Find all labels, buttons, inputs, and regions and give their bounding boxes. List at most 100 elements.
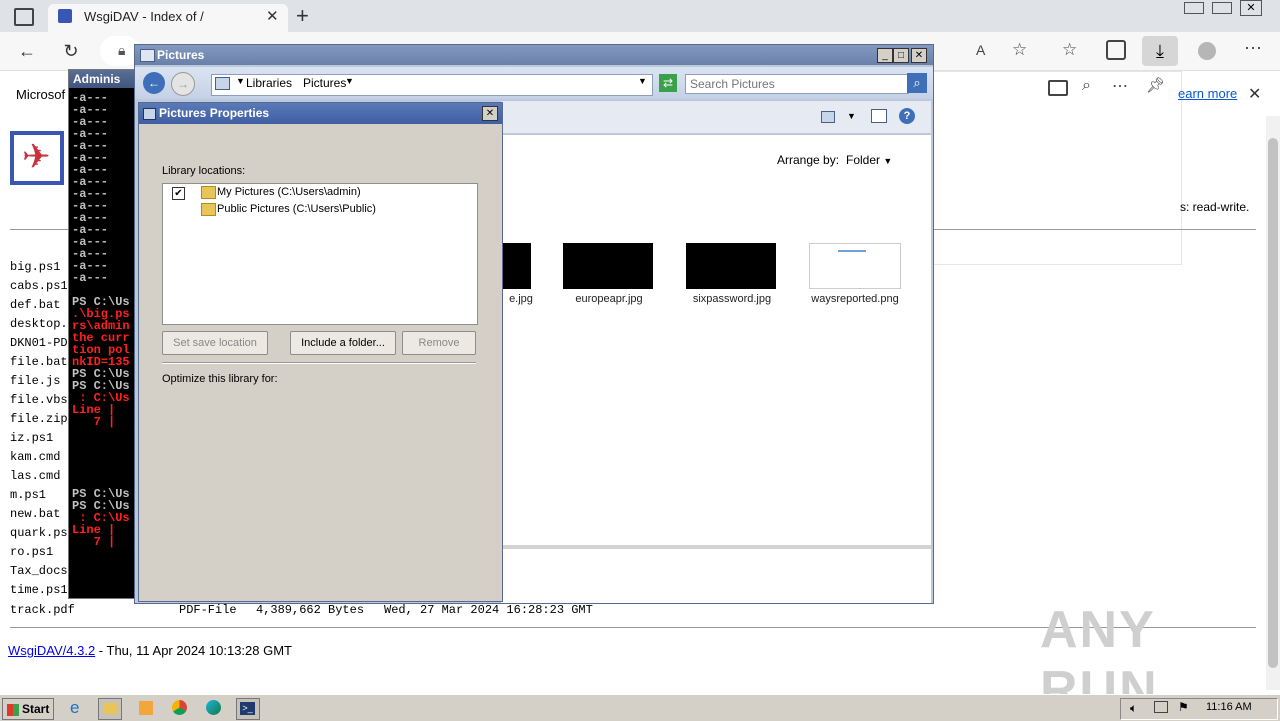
volume-icon[interactable]: 🔈︎ bbox=[1130, 701, 1137, 716]
ie-icon[interactable]: e bbox=[70, 698, 92, 718]
file-link[interactable]: def.bat bbox=[10, 296, 60, 315]
explorer-maximize-button[interactable]: □ bbox=[893, 48, 909, 63]
read-aloud-icon[interactable]: A bbox=[976, 42, 985, 58]
file-link[interactable]: file.bat bbox=[10, 353, 68, 372]
media-player-icon[interactable] bbox=[136, 698, 158, 718]
folder-icon bbox=[201, 203, 216, 216]
start-button[interactable]: Start bbox=[2, 698, 54, 720]
footer: WsgiDAV/4.3.2 - Thu, 11 Apr 2024 10:13:2… bbox=[8, 643, 292, 658]
breadcrumb-pictures[interactable]: Pictures bbox=[303, 76, 346, 90]
tab-close-icon[interactable]: ✕ bbox=[266, 7, 279, 25]
file-link[interactable]: desktop. bbox=[10, 315, 68, 334]
arrange-by-dropdown[interactable]: Folder ▼ bbox=[846, 153, 892, 167]
flag-icon[interactable]: ⚑ bbox=[1178, 700, 1189, 714]
explorer-forward-button[interactable]: → bbox=[171, 72, 195, 96]
file-label[interactable]: waysreported.png bbox=[800, 293, 910, 305]
powershell-window[interactable]: Adminis -a--- -a--- -a--- -a--- -a--- -a--- -a… bbox=[68, 69, 140, 599]
chevron-down-icon[interactable]: ▼ bbox=[345, 76, 354, 86]
location-item[interactable]: Public Pictures (C:\Users\Public) bbox=[217, 203, 376, 215]
thumbnail[interactable] bbox=[686, 243, 776, 289]
chrome-icon[interactable] bbox=[170, 698, 192, 718]
file-link[interactable]: kam.cmd bbox=[10, 448, 60, 467]
network-icon[interactable] bbox=[1154, 701, 1168, 713]
profile-avatar[interactable] bbox=[1198, 42, 1216, 60]
address-dropdown-icon[interactable]: ▼ bbox=[638, 76, 647, 86]
downloads-button[interactable]: ⤓ bbox=[1142, 36, 1178, 66]
locations-list[interactable]: ✔ My Pictures (C:\Users\admin) Public Pi… bbox=[162, 183, 478, 325]
thumbnail[interactable] bbox=[809, 243, 901, 289]
folder-icon bbox=[201, 186, 216, 199]
search-input[interactable] bbox=[685, 74, 909, 94]
settings-more-icon[interactable]: ⋯ bbox=[1244, 38, 1262, 59]
favicon-icon bbox=[58, 9, 72, 23]
search-icon[interactable]: ⌕ bbox=[907, 73, 927, 93]
tab-actions-icon[interactable] bbox=[14, 8, 34, 26]
libraries-icon bbox=[215, 77, 230, 90]
dialog-title: Pictures Properties bbox=[139, 103, 502, 124]
chevron-down-icon[interactable]: ▼ bbox=[236, 76, 245, 86]
thumbnail[interactable] bbox=[563, 243, 653, 289]
open-folder-icon[interactable] bbox=[1048, 80, 1068, 96]
file-label[interactable]: europeapr.jpg bbox=[554, 293, 664, 305]
file-label[interactable]: sixpassword.jpg bbox=[677, 293, 787, 305]
dialog-close-button[interactable]: ✕ bbox=[482, 106, 498, 121]
file-link[interactable]: ro.ps1 bbox=[10, 543, 53, 562]
windows-logo-icon bbox=[7, 703, 19, 716]
scrollbar-thumb[interactable] bbox=[1268, 138, 1278, 668]
file-link[interactable]: file.js bbox=[10, 372, 60, 391]
explorer-minimize-button[interactable]: _ bbox=[877, 48, 893, 63]
file-link[interactable]: file.vbs bbox=[10, 391, 68, 410]
file-link[interactable]: las.cmd bbox=[10, 467, 60, 486]
explorer-close-button[interactable]: ✕ bbox=[911, 48, 927, 63]
file-link[interactable]: Tax_docs bbox=[10, 562, 68, 581]
back-icon[interactable]: ← bbox=[12, 36, 42, 66]
set-save-location-button[interactable]: Set save location bbox=[162, 331, 268, 355]
views-dropdown-icon[interactable]: ▼ bbox=[847, 111, 856, 121]
help-icon[interactable]: ? bbox=[899, 108, 915, 124]
preview-pane-icon[interactable] bbox=[871, 109, 887, 123]
file-name[interactable]: track.pdf bbox=[10, 601, 75, 619]
details-pane bbox=[501, 545, 931, 549]
go-refresh-icon[interactable]: ⇄ bbox=[659, 74, 677, 92]
restore-icon[interactable] bbox=[1212, 2, 1232, 14]
favorite-add-icon[interactable]: ☆ bbox=[1012, 40, 1027, 60]
console-line: -a--- bbox=[72, 271, 109, 285]
location-item[interactable]: My Pictures (C:\Users\admin) bbox=[217, 186, 361, 198]
close-window-icon[interactable]: ✕ bbox=[1240, 0, 1262, 16]
file-link[interactable]: DKN01-PD bbox=[10, 334, 68, 353]
breadcrumb-libraries[interactable]: Libraries bbox=[246, 76, 292, 90]
minimize-icon[interactable] bbox=[1184, 2, 1204, 14]
collections-icon[interactable] bbox=[1106, 40, 1126, 60]
learn-more-link[interactable]: earn more bbox=[1178, 86, 1237, 101]
file-link[interactable]: time.ps1 bbox=[10, 581, 68, 600]
file-link[interactable]: iz.ps1 bbox=[10, 429, 53, 448]
edge-icon[interactable] bbox=[204, 698, 226, 718]
views-icon[interactable] bbox=[821, 111, 835, 123]
explorer-back-button[interactable]: ← bbox=[143, 72, 165, 94]
favorites-icon[interactable]: ☆ bbox=[1062, 40, 1077, 60]
file-link[interactable]: m.ps1 bbox=[10, 486, 46, 505]
new-tab-icon[interactable]: + bbox=[296, 3, 309, 29]
file-link[interactable]: cabs.ps1 bbox=[10, 277, 68, 296]
downloads-more-icon[interactable]: ⋯ bbox=[1112, 76, 1128, 96]
wsgidav-version-link[interactable]: WsgiDAV/4.3.2 bbox=[8, 643, 95, 658]
file-link[interactable]: new.bat bbox=[10, 505, 60, 524]
search-downloads-icon[interactable]: ⌕ bbox=[1082, 77, 1091, 95]
locations-label: Library locations: bbox=[162, 165, 246, 177]
explorer-window-icon bbox=[140, 49, 155, 62]
pin-icon[interactable]: 📌︎ bbox=[1146, 76, 1165, 94]
location-checkbox[interactable]: ✔ bbox=[172, 187, 185, 200]
file-link[interactable]: quark.ps bbox=[10, 524, 68, 543]
refresh-icon[interactable]: ↻ bbox=[56, 36, 86, 66]
close-banner-icon[interactable]: ✕ bbox=[1248, 84, 1261, 104]
remove-button[interactable]: Remove bbox=[402, 331, 476, 355]
include-folder-button[interactable]: Include a folder... bbox=[290, 331, 396, 355]
clock[interactable]: 11:16 AM bbox=[1206, 701, 1252, 713]
powershell-icon[interactable]: >_ bbox=[236, 698, 260, 720]
properties-dialog[interactable]: Pictures Properties ✕ Library locations:… bbox=[138, 102, 503, 602]
file-view[interactable] bbox=[501, 135, 931, 603]
file-link[interactable]: file.zip bbox=[10, 410, 68, 429]
console-title: Adminis bbox=[69, 70, 139, 88]
file-link[interactable]: big.ps1 bbox=[10, 258, 60, 277]
explorer-taskbar-icon[interactable] bbox=[98, 698, 122, 720]
